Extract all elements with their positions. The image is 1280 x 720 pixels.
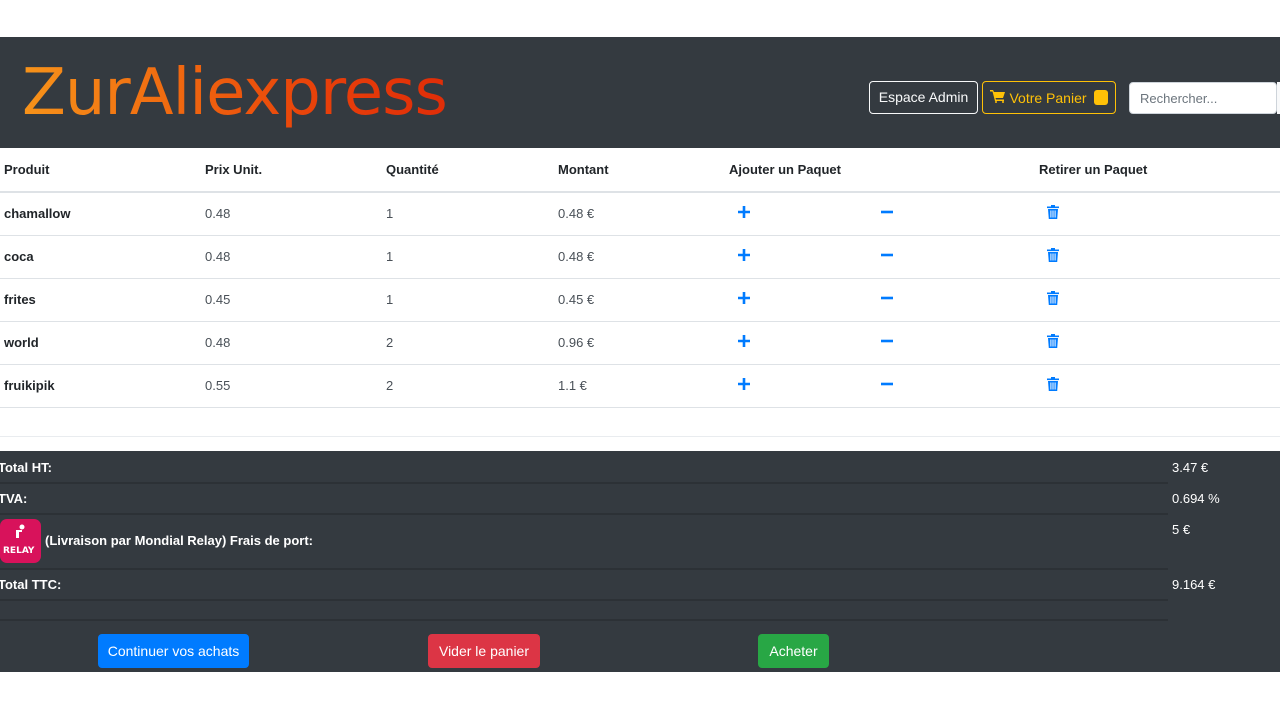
minus-icon[interactable] — [881, 378, 893, 390]
add-cell — [725, 321, 880, 365]
table-header-row: Produit Prix Unit. Quantité Montant Ajou… — [0, 148, 1280, 193]
summary-shipping: (Livraison par Mondial Relay) Frais de p… — [0, 515, 1168, 570]
buy-button[interactable]: Acheter — [758, 634, 829, 668]
plus-icon[interactable] — [738, 206, 750, 219]
unit-price: 0.48 — [201, 321, 382, 365]
add-cell — [725, 235, 880, 279]
plus-icon[interactable] — [738, 378, 750, 390]
trash-icon[interactable] — [1047, 291, 1059, 305]
unit-price: 0.55 — [201, 364, 382, 408]
add-cell — [725, 192, 880, 236]
summary-total-ttc: Total TTC: — [0, 570, 1168, 601]
plus-icon[interactable] — [738, 249, 750, 261]
product-name: chamallow — [0, 192, 201, 236]
minus-icon[interactable] — [881, 335, 893, 347]
trash-icon[interactable] — [1047, 205, 1059, 220]
table-row: world 0.48 2 0.96 € — [0, 321, 1280, 365]
summary-tva: TVA: — [0, 484, 1168, 515]
table-row: frites 0.45 1 0.45 € — [0, 278, 1280, 322]
summary-total-ht: Total HT: — [0, 451, 1168, 484]
delete-cell — [1035, 321, 1280, 365]
col-add-package: Ajouter un Paquet — [725, 148, 1035, 193]
empty-table-row — [0, 421, 1280, 437]
col-product: Produit — [0, 148, 201, 193]
trash-icon[interactable] — [1047, 248, 1059, 262]
delete-cell — [1035, 192, 1280, 236]
plus-icon[interactable] — [738, 335, 750, 347]
col-amount: Montant — [554, 148, 725, 193]
quantity: 1 — [382, 235, 554, 279]
tva-value: 0.694 % — [1172, 491, 1220, 506]
unit-price: 0.48 — [201, 235, 382, 279]
minus-icon[interactable] — [881, 206, 893, 218]
amount: 0.48 € — [554, 192, 725, 236]
cart-label: Votre Panier — [1009, 89, 1087, 106]
navbar: ZurAliexpress Espace Admin Votre Panier — [0, 37, 1280, 148]
tva-label: TVA: — [0, 491, 28, 506]
total-ht-label: Total HT: — [0, 460, 52, 475]
quantity: 1 — [382, 278, 554, 322]
remove-cell — [880, 364, 1035, 408]
col-remove-package: Retirer un Paquet — [1035, 148, 1280, 193]
cart-summary: Total HT: 3.47 € TVA: 0.694 % (Livraison… — [0, 451, 1280, 672]
table-row: chamallow 0.48 1 0.48 € — [0, 192, 1280, 236]
remove-cell — [880, 192, 1035, 236]
trash-icon[interactable] — [1047, 377, 1059, 391]
product-name: world — [0, 321, 201, 365]
product-name: coca — [0, 235, 201, 279]
remove-cell — [880, 235, 1035, 279]
quantity: 2 — [382, 321, 554, 365]
amount: 0.96 € — [554, 321, 725, 365]
minus-icon[interactable] — [881, 292, 893, 304]
product-name: fruikipik — [0, 364, 201, 408]
delete-cell — [1035, 235, 1280, 279]
table-row: fruikipik 0.55 2 1.1 € — [0, 364, 1280, 408]
cart-button[interactable]: Votre Panier — [982, 81, 1116, 114]
remove-cell — [880, 278, 1035, 322]
summary-spacer-row — [0, 601, 1168, 621]
search-input[interactable] — [1129, 82, 1277, 114]
shipping-value: 5 € — [1172, 522, 1191, 537]
total-ttc-label: Total TTC: — [0, 577, 62, 592]
delete-cell — [1035, 364, 1280, 408]
add-cell — [725, 364, 880, 408]
mondial-relay-logo: RELAY — [0, 519, 41, 563]
remove-cell — [880, 321, 1035, 365]
amount: 0.45 € — [554, 278, 725, 322]
col-unit-price: Prix Unit. — [201, 148, 382, 193]
brand-logo[interactable]: ZurAliexpress — [22, 57, 448, 129]
amount: 0.48 € — [554, 235, 725, 279]
continue-shopping-button[interactable]: Continuer vos achats — [98, 634, 249, 668]
plus-icon[interactable] — [738, 292, 750, 304]
empty-cart-button[interactable]: Vider le panier — [428, 634, 540, 668]
total-ht-value: 3.47 € — [1172, 460, 1209, 475]
trash-icon[interactable] — [1047, 334, 1059, 348]
relay-pin-icon — [16, 524, 25, 538]
col-quantity: Quantité — [382, 148, 554, 193]
cart-table: Produit Prix Unit. Quantité Montant Ajou… — [0, 148, 1280, 408]
unit-price: 0.48 — [201, 192, 382, 236]
delete-cell — [1035, 278, 1280, 322]
relay-logo-text: RELAY — [3, 546, 35, 556]
amount: 1.1 € — [554, 364, 725, 408]
cart-count-badge — [1093, 90, 1108, 105]
quantity: 1 — [382, 192, 554, 236]
table-row: coca 0.48 1 0.48 € — [0, 235, 1280, 279]
unit-price: 0.45 — [201, 278, 382, 322]
cart-icon — [990, 89, 1006, 106]
product-name: frites — [0, 278, 201, 322]
quantity: 2 — [382, 364, 554, 408]
add-cell — [725, 278, 880, 322]
minus-icon[interactable] — [881, 249, 893, 261]
total-ttc-value: 9.164 € — [1172, 577, 1216, 592]
shipping-label: (Livraison par Mondial Relay) Frais de p… — [45, 533, 313, 548]
admin-button[interactable]: Espace Admin — [869, 81, 978, 114]
